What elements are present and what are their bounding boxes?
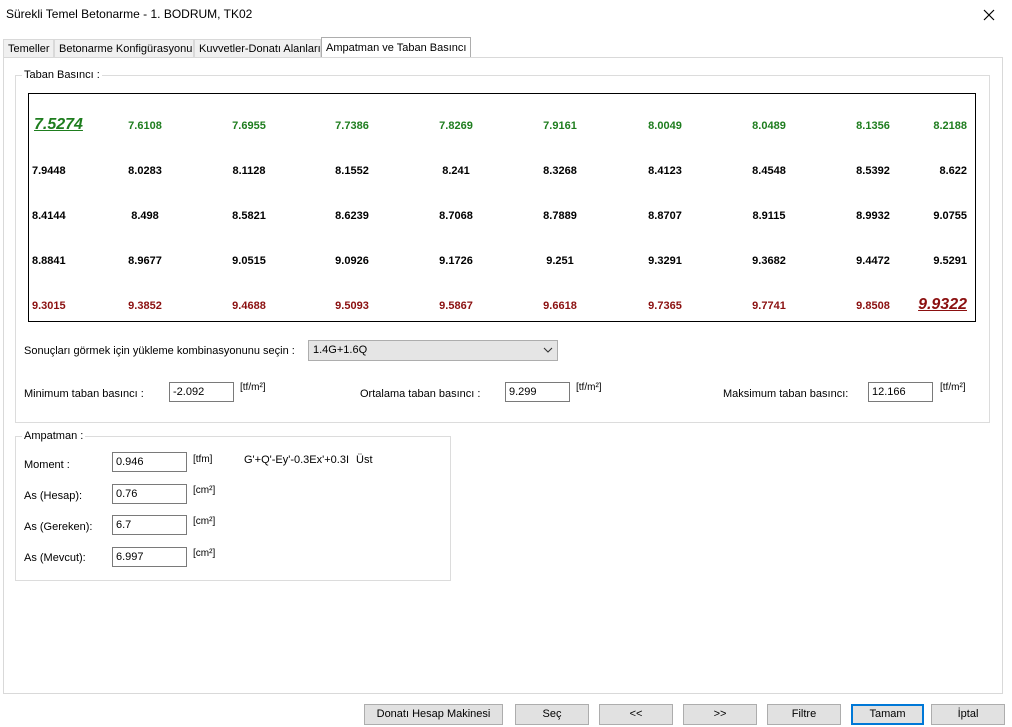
close-button[interactable] xyxy=(966,0,1012,30)
pressure-cell: 8.7889 xyxy=(543,210,577,222)
pressure-cell: 7.7386 xyxy=(335,120,369,132)
pressure-cell: 8.1128 xyxy=(232,165,266,177)
pressure-cell: 8.8841 xyxy=(32,255,66,267)
min-pressure-field[interactable]: -2.092 xyxy=(169,382,234,402)
window-title: Sürekli Temel Betonarme - 1. BODRUM, TK0… xyxy=(6,7,253,21)
pressure-cell: 9.8508 xyxy=(856,300,890,312)
pressure-cell: 9.4472 xyxy=(856,255,890,267)
pressure-cell: 8.1552 xyxy=(335,165,369,177)
as-gereken-field[interactable]: 6.7 xyxy=(112,515,187,535)
load-combination-select[interactable]: 1.4G+1.6Q xyxy=(308,340,558,361)
taban-basinci-group: Taban Basıncı : 7.5274 7.6108 7.6955 7.7386… xyxy=(15,69,990,423)
pressure-cell: 8.622 xyxy=(939,165,967,177)
min-pressure-unit: [tf/m²] xyxy=(240,382,266,393)
next-button[interactable]: >> xyxy=(683,704,757,725)
pressure-cell: 8.4123 xyxy=(648,165,682,177)
avg-pressure-label: Ortalama taban basıncı : xyxy=(360,388,481,400)
as-hesap-field[interactable]: 0.76 xyxy=(112,484,187,504)
previous-button[interactable]: << xyxy=(599,704,673,725)
max-pressure-field[interactable]: 12.166 xyxy=(868,382,933,402)
pressure-cell: 7.9448 xyxy=(32,165,66,177)
pressure-cell: 7.6955 xyxy=(232,120,266,132)
tab-betonarme-konfigurasyonu[interactable]: Betonarme Konfigürasyonu xyxy=(54,39,194,57)
pressure-cell: 8.5821 xyxy=(232,210,266,222)
pressure-cell: 8.241 xyxy=(442,165,470,177)
pressure-cell: 8.2188 xyxy=(933,120,967,132)
donati-hesap-makinesi-button[interactable]: Donatı Hesap Makinesi xyxy=(364,704,503,725)
ampatman-group: Ampatman : Moment : 0.946 [tfm] G'+Q'-Ey… xyxy=(15,430,451,581)
as-mevcut-field[interactable]: 6.997 xyxy=(112,547,187,567)
ampatman-group-label: Ampatman : xyxy=(22,430,86,442)
max-pressure-label: Maksimum taban basıncı: xyxy=(723,388,849,400)
tab-ampatman-ve-taban-basinci[interactable]: Ampatman ve Taban Basıncı xyxy=(321,37,471,58)
pressure-cell: 9.3291 xyxy=(648,255,682,267)
tab-temeller[interactable]: Temeller xyxy=(3,39,54,57)
pressure-cell: 9.0515 xyxy=(232,255,266,267)
pressure-cell: 8.3268 xyxy=(543,165,577,177)
pressure-cell: 9.4688 xyxy=(232,300,266,312)
pressure-cell: 8.9932 xyxy=(856,210,890,222)
pressure-cell: 8.498 xyxy=(131,210,159,222)
filtre-button[interactable]: Filtre xyxy=(767,704,841,725)
as-gereken-label: As (Gereken): xyxy=(24,521,93,533)
moment-combination-text: G'+Q'-Ey'-0.3Ex'+0.3I xyxy=(244,454,349,466)
pressure-cell: 9.9322 xyxy=(918,296,967,313)
moment-side-text: Üst xyxy=(356,454,373,466)
tamam-button[interactable]: Tamam xyxy=(851,704,924,725)
pressure-cell: 7.6108 xyxy=(128,120,162,132)
iptal-button[interactable]: İptal xyxy=(931,704,1005,725)
pressure-cell: 8.0049 xyxy=(648,120,682,132)
moment-label: Moment : xyxy=(24,459,70,471)
pressure-cell: 9.0926 xyxy=(335,255,369,267)
combo-label: Sonuçları görmek için yükleme kombinasyo… xyxy=(24,345,295,357)
tab-panel: Taban Basıncı : 7.5274 7.6108 7.6955 7.7386… xyxy=(3,57,1003,694)
pressure-cell: 8.7068 xyxy=(439,210,473,222)
avg-pressure-unit: [tf/m²] xyxy=(576,382,602,393)
pressure-cell: 8.4144 xyxy=(32,210,66,222)
pressure-cell: 8.0489 xyxy=(752,120,786,132)
pressure-cell: 7.9161 xyxy=(543,120,577,132)
pressure-cell: 9.1726 xyxy=(439,255,473,267)
close-icon xyxy=(983,9,995,21)
pressure-cell: 8.4548 xyxy=(752,165,786,177)
pressure-cell: 8.6239 xyxy=(335,210,369,222)
pressure-cell: 7.5274 xyxy=(34,116,83,133)
max-pressure-unit: [tf/m²] xyxy=(940,382,966,393)
pressure-cell: 9.3682 xyxy=(752,255,786,267)
pressure-cell: 8.5392 xyxy=(856,165,890,177)
pressure-cell: 9.0755 xyxy=(933,210,967,222)
moment-field[interactable]: 0.946 xyxy=(112,452,187,472)
pressure-cell: 9.7365 xyxy=(648,300,682,312)
pressure-cell: 8.9677 xyxy=(128,255,162,267)
pressure-cell: 9.251 xyxy=(546,255,574,267)
pressure-cell: 8.9115 xyxy=(752,210,786,222)
min-pressure-label: Minimum taban basıncı : xyxy=(24,388,144,400)
pressure-cell: 7.8269 xyxy=(439,120,473,132)
pressure-cell: 9.5867 xyxy=(439,300,473,312)
as-hesap-label: As (Hesap): xyxy=(24,490,83,502)
tab-kuvvetler-donati-alanlari[interactable]: Kuvvetler-Donatı Alanları xyxy=(194,39,321,57)
pressure-cell: 9.3015 xyxy=(32,300,66,312)
pressure-cell: 9.6618 xyxy=(543,300,577,312)
sec-button[interactable]: Seç xyxy=(515,704,589,725)
as-hesap-unit: [cm²] xyxy=(193,485,216,496)
load-combination-value: 1.4G+1.6Q xyxy=(313,344,368,356)
pressure-cell: 9.5093 xyxy=(335,300,369,312)
pressure-cell: 9.5291 xyxy=(933,255,967,267)
as-gereken-unit: [cm²] xyxy=(193,516,216,527)
as-mevcut-unit: [cm²] xyxy=(193,548,216,559)
taban-basinci-group-label: Taban Basıncı : xyxy=(22,69,102,81)
pressure-cell: 9.7741 xyxy=(752,300,786,312)
moment-unit: [tfm] xyxy=(193,454,213,465)
pressure-cell: 9.3852 xyxy=(128,300,162,312)
chevron-down-icon xyxy=(543,347,553,353)
pressure-grid: 7.5274 7.6108 7.6955 7.7386 7.8269 7.9161 8.00… xyxy=(28,93,976,322)
pressure-cell: 8.0283 xyxy=(128,165,162,177)
as-mevcut-label: As (Mevcut): xyxy=(24,552,86,564)
avg-pressure-field[interactable]: 9.299 xyxy=(505,382,570,402)
pressure-cell: 8.1356 xyxy=(856,120,890,132)
title-bar: Sürekli Temel Betonarme - 1. BODRUM, TK0… xyxy=(0,0,1012,30)
pressure-cell: 8.8707 xyxy=(648,210,682,222)
